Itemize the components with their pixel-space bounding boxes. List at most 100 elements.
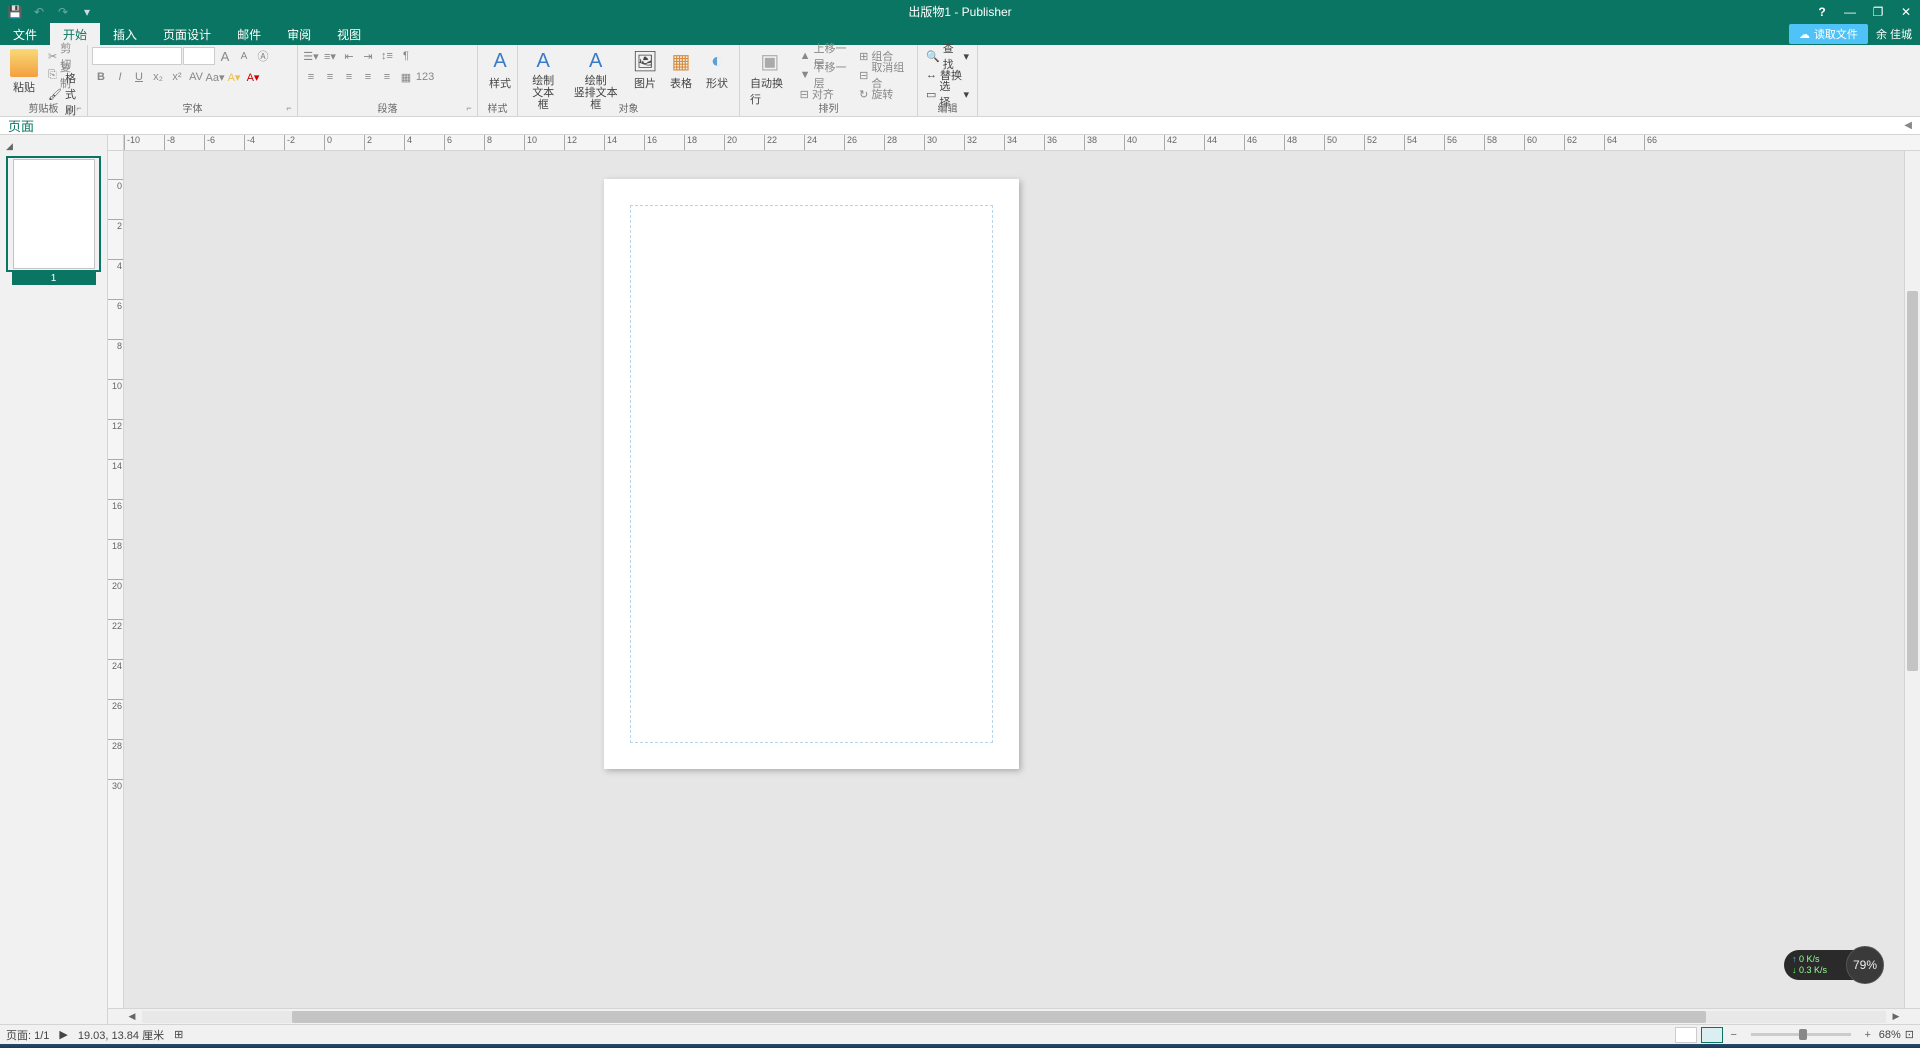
ruler-v-tick: 6: [108, 299, 124, 311]
ruler-h-tick: 56: [1444, 135, 1457, 151]
page-thumbnail-1[interactable]: [6, 156, 101, 272]
windows-taskbar[interactable]: [0, 1044, 1920, 1048]
single-page-view-button[interactable]: [1675, 1027, 1697, 1043]
superscript-button[interactable]: x²: [168, 68, 186, 86]
cpu-percent-badge: 79%: [1846, 946, 1884, 984]
quick-access-toolbar: 💾 ↶ ↷ ▾: [0, 2, 102, 22]
paragraph-mark-button[interactable]: ¶: [397, 47, 415, 65]
underline-button[interactable]: U: [130, 68, 148, 86]
horizontal-scroll-thumb[interactable]: [292, 1011, 1706, 1023]
ungroup-button[interactable]: ⊟取消组合: [855, 66, 913, 84]
help-button[interactable]: ?: [1808, 0, 1836, 23]
tab-review[interactable]: 审阅: [274, 23, 324, 45]
font-launcher-icon[interactable]: ⌐: [283, 102, 295, 114]
group-arrange-label: 排列: [740, 98, 917, 116]
vertical-scroll-thumb[interactable]: [1907, 291, 1918, 671]
font-name-input[interactable]: [92, 47, 182, 65]
maximize-button[interactable]: ❐: [1864, 0, 1892, 23]
tab-view[interactable]: 视图: [324, 23, 374, 45]
grow-font-button[interactable]: A: [216, 47, 234, 65]
paragraph-launcher-icon[interactable]: ⌐: [463, 102, 475, 114]
scroll-left-button[interactable]: ◀: [124, 1009, 140, 1025]
distribute-button[interactable]: ≡: [378, 68, 396, 86]
horizontal-scrollbar[interactable]: ◀ ▶: [108, 1008, 1920, 1024]
tab-file[interactable]: 文件: [0, 23, 50, 45]
ruler-corner[interactable]: [108, 135, 124, 151]
shape-button[interactable]: ◐形状: [699, 47, 735, 93]
network-monitor-badge[interactable]: ↑ 0 K/s ↓ 0.3 K/s 79%: [1784, 950, 1874, 980]
vertical-scrollbar[interactable]: [1904, 151, 1920, 1008]
shrink-font-button[interactable]: A: [235, 47, 253, 65]
ruler-v-tick: 4: [108, 259, 124, 271]
two-page-view-button[interactable]: [1701, 1027, 1723, 1043]
increase-indent-button[interactable]: ⇥: [359, 47, 377, 65]
line-spacing-button[interactable]: ↕≡: [378, 47, 396, 65]
tab-mail[interactable]: 邮件: [224, 23, 274, 45]
ruler-h-tick: 34: [1004, 135, 1017, 151]
columns-button[interactable]: ▦: [397, 68, 415, 86]
change-case-button[interactable]: Aa▾: [206, 68, 224, 86]
special-number-button[interactable]: 123: [416, 68, 434, 86]
horizontal-ruler[interactable]: -10-8-6-4-202468101214161820222426283032…: [124, 135, 1920, 151]
group-icon: ⊞: [859, 50, 868, 63]
tab-page-design[interactable]: 页面设计: [150, 23, 224, 45]
find-button[interactable]: 🔍查找▾: [922, 47, 973, 65]
styles-button[interactable]: A 样式: [482, 47, 518, 93]
page-status[interactable]: 页面: 1/1: [6, 1027, 49, 1043]
align-right-button[interactable]: ≡: [340, 68, 358, 86]
numbering-button[interactable]: ≡▾: [321, 47, 339, 65]
tab-insert[interactable]: 插入: [100, 23, 150, 45]
char-spacing-button[interactable]: AV: [187, 68, 205, 86]
ruler-h-tick: -6: [204, 135, 215, 151]
clear-format-button[interactable]: Ⓐ: [254, 47, 272, 65]
horizontal-scroll-track[interactable]: [142, 1011, 1886, 1023]
paste-button[interactable]: 粘贴: [4, 47, 44, 97]
close-button[interactable]: ✕: [1892, 0, 1920, 23]
send-backward-button[interactable]: ▼下移一层: [796, 66, 855, 84]
bullets-button[interactable]: ☰▾: [302, 47, 320, 65]
group-font-label: 字体: [88, 98, 297, 116]
group-objects-label: 对象: [518, 98, 739, 116]
fit-page-button[interactable]: ⊡: [1905, 1028, 1914, 1041]
picture-button[interactable]: 🖼图片: [627, 47, 663, 93]
font-size-input[interactable]: [183, 47, 215, 65]
highlight-button[interactable]: A▾: [225, 68, 243, 86]
subscript-button[interactable]: x₂: [149, 68, 167, 86]
table-button[interactable]: ▦表格: [663, 47, 699, 93]
justify-button[interactable]: ≡: [359, 68, 377, 86]
read-file-button[interactable]: ☁ 读取文件: [1789, 24, 1868, 44]
ruler-v-tick: 30: [108, 779, 124, 791]
canvas-viewport[interactable]: ↑ 0 K/s ↓ 0.3 K/s 79%: [124, 151, 1904, 1008]
page-thumbnail-image: [13, 159, 95, 269]
ruler-h-tick: 32: [964, 135, 977, 151]
italic-button[interactable]: I: [111, 68, 129, 86]
user-name[interactable]: 余 佳城: [1876, 26, 1912, 42]
collapse-panel-button[interactable]: ◀: [1904, 120, 1912, 131]
group-paragraph-label: 段落: [298, 98, 477, 116]
save-button[interactable]: 💾: [4, 2, 26, 22]
page-1[interactable]: [604, 179, 1019, 769]
align-center-button[interactable]: ≡: [321, 68, 339, 86]
qat-customize-icon[interactable]: ▾: [76, 2, 98, 22]
ruler-h-tick: 66: [1644, 135, 1657, 151]
undo-button[interactable]: ↶: [28, 2, 50, 22]
bold-button[interactable]: B: [92, 68, 110, 86]
zoom-slider[interactable]: [1751, 1033, 1851, 1036]
font-color-button[interactable]: A▾: [244, 68, 262, 86]
ruler-h-tick: 18: [684, 135, 697, 151]
group-editing: 🔍查找▾ ↔替换 ▭选择▾ 编辑: [918, 45, 978, 116]
zoom-out-button[interactable]: −: [1727, 1029, 1741, 1041]
align-left-button[interactable]: ≡: [302, 68, 320, 86]
ruler-h-tick: 26: [844, 135, 857, 151]
clipboard-launcher-icon[interactable]: ⌐: [73, 102, 85, 114]
zoom-in-button[interactable]: +: [1861, 1029, 1875, 1041]
ruler-h-tick: 14: [604, 135, 617, 151]
group-clipboard: 粘贴 ✂剪切 ⎘复制 🖌格式刷 剪贴板 ⌐: [0, 45, 88, 116]
decrease-indent-button[interactable]: ⇤: [340, 47, 358, 65]
vertical-ruler[interactable]: 024681012141618202224262830: [108, 151, 124, 1008]
scroll-right-button[interactable]: ▶: [1888, 1009, 1904, 1025]
minimize-button[interactable]: —: [1836, 0, 1864, 23]
redo-button[interactable]: ↷: [52, 2, 74, 22]
nav-indicator-icon[interactable]: ◢: [6, 139, 101, 154]
zoom-level[interactable]: 68%: [1879, 1029, 1901, 1041]
